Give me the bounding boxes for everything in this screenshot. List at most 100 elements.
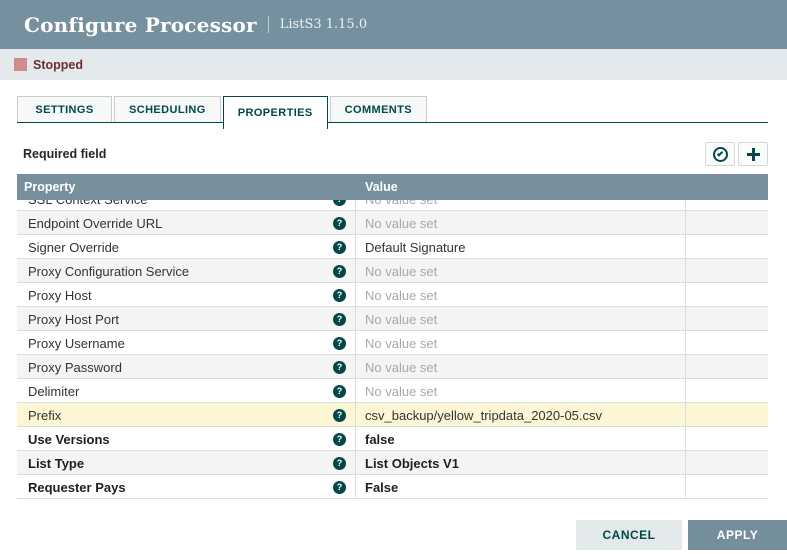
property-value[interactable]: No value set <box>356 259 686 283</box>
property-name-cell: Proxy Host? <box>17 283 356 307</box>
dialog-title: Configure Processor <box>24 13 257 37</box>
property-name: Proxy Host Port <box>28 312 119 327</box>
toolbar-buttons <box>705 142 768 166</box>
help-icon[interactable]: ? <box>333 313 346 326</box>
footer-buttons: CANCEL APPLY <box>576 520 787 550</box>
property-name: List Type <box>28 456 84 471</box>
row-empty-cell <box>686 235 768 259</box>
property-name-cell: Proxy Password? <box>17 355 356 379</box>
tab-comments[interactable]: COMMENTS <box>330 96 427 123</box>
property-name-cell: Delimiter? <box>17 379 356 403</box>
table-row[interactable]: Delimiter?No value set <box>17 379 768 403</box>
table-toolbar: Required field <box>17 141 768 167</box>
property-name-cell: Proxy Host Port? <box>17 307 356 331</box>
help-icon[interactable]: ? <box>333 481 346 494</box>
table-row[interactable]: Proxy Host?No value set <box>17 283 768 307</box>
table-row[interactable]: List Type?List Objects V1 <box>17 451 768 475</box>
table-row[interactable]: Proxy Host Port?No value set <box>17 307 768 331</box>
help-icon[interactable]: ? <box>333 265 346 278</box>
column-header-property: Property <box>17 180 356 194</box>
help-icon[interactable]: ? <box>333 337 346 350</box>
property-name-cell: SSL Context Service? <box>17 200 356 211</box>
properties-table: Property Value SSL Context Service?No va… <box>17 174 768 499</box>
required-field-label: Required field <box>23 147 106 161</box>
property-value[interactable]: No value set <box>356 200 686 211</box>
property-value[interactable]: No value set <box>356 211 686 235</box>
property-name: SSL Context Service <box>28 200 147 207</box>
tab-scheduling[interactable]: SCHEDULING <box>114 96 221 123</box>
title-separator <box>268 16 269 33</box>
add-property-icon <box>747 148 760 161</box>
table-row[interactable]: Endpoint Override URL?No value set <box>17 211 768 235</box>
property-value[interactable]: No value set <box>356 355 686 379</box>
dialog-header: Configure Processor ListS3 1.15.0 <box>0 0 787 49</box>
row-empty-cell <box>686 283 768 307</box>
help-icon[interactable]: ? <box>333 217 346 230</box>
property-value[interactable]: Default Signature <box>356 235 686 259</box>
row-empty-cell <box>686 307 768 331</box>
help-icon[interactable]: ? <box>333 361 346 374</box>
table-row[interactable]: Prefix?csv_backup/yellow_tripdata_2020-0… <box>17 403 768 427</box>
help-icon[interactable]: ? <box>333 433 346 446</box>
property-value[interactable]: No value set <box>356 283 686 307</box>
verify-properties-button[interactable] <box>705 142 735 166</box>
dialog-content: SETTINGSSCHEDULINGPROPERTIESCOMMENTS Req… <box>0 96 787 499</box>
tab-settings[interactable]: SETTINGS <box>17 96 112 123</box>
property-name: Proxy Configuration Service <box>28 264 189 279</box>
apply-button[interactable]: APPLY <box>688 520 787 550</box>
property-name: Delimiter <box>28 384 79 399</box>
row-empty-cell <box>686 379 768 403</box>
row-empty-cell <box>686 331 768 355</box>
row-empty-cell <box>686 451 768 475</box>
tabs: SETTINGSSCHEDULINGPROPERTIESCOMMENTS <box>17 96 768 129</box>
property-name: Endpoint Override URL <box>28 216 162 231</box>
property-value[interactable]: No value set <box>356 379 686 403</box>
property-name: Proxy Username <box>28 336 125 351</box>
table-row[interactable]: Use Versions?false <box>17 427 768 451</box>
row-empty-cell <box>686 200 768 211</box>
property-name: Requester Pays <box>28 480 126 495</box>
row-empty-cell <box>686 475 768 499</box>
help-icon[interactable]: ? <box>333 385 346 398</box>
property-value[interactable]: No value set <box>356 307 686 331</box>
table-row[interactable]: Requester Pays?False <box>17 475 768 499</box>
property-name-cell: Proxy Username? <box>17 331 356 355</box>
row-empty-cell <box>686 427 768 451</box>
table-row[interactable]: Proxy Configuration Service? No value set <box>17 259 768 283</box>
help-icon[interactable]: ? <box>333 241 346 254</box>
cancel-button[interactable]: CANCEL <box>576 520 682 550</box>
property-value[interactable]: False <box>356 475 686 499</box>
table-row[interactable]: SSL Context Service?No value set <box>17 200 768 211</box>
property-name-cell: Signer Override? <box>17 235 356 259</box>
property-value[interactable]: List Objects V1 <box>356 451 686 475</box>
property-name-cell: Endpoint Override URL? <box>17 211 356 235</box>
table-row[interactable]: Proxy Username?No value set <box>17 331 768 355</box>
row-empty-cell <box>686 259 768 283</box>
stopped-status-icon <box>14 58 27 71</box>
column-header-value: Value <box>356 180 686 194</box>
property-value[interactable]: No value set <box>356 331 686 355</box>
table-row[interactable]: Proxy Password?No value set <box>17 355 768 379</box>
tab-properties[interactable]: PROPERTIES <box>223 96 328 129</box>
help-icon[interactable]: ? <box>333 289 346 302</box>
table-header: Property Value <box>17 174 768 200</box>
row-empty-cell <box>686 355 768 379</box>
property-value[interactable]: false <box>356 427 686 451</box>
property-name-cell: Requester Pays? <box>17 475 356 499</box>
help-icon[interactable]: ? <box>333 457 346 470</box>
help-icon[interactable]: ? <box>333 200 346 206</box>
property-name: Prefix <box>28 408 61 423</box>
property-value[interactable]: csv_backup/yellow_tripdata_2020-05.csv <box>356 403 686 427</box>
verify-properties-icon <box>713 147 728 162</box>
property-name-cell: Prefix? <box>17 403 356 427</box>
help-icon[interactable]: ? <box>333 409 346 422</box>
status-label: Stopped <box>33 58 83 72</box>
property-name-cell: Use Versions? <box>17 427 356 451</box>
property-name: Proxy Host <box>28 288 92 303</box>
table-row[interactable]: Signer Override?Default Signature <box>17 235 768 259</box>
add-property-button[interactable] <box>738 142 768 166</box>
property-name: Use Versions <box>28 432 110 447</box>
property-name-cell: List Type? <box>17 451 356 475</box>
row-empty-cell <box>686 211 768 235</box>
properties-table-body: SSL Context Service?No value setEndpoint… <box>17 200 768 499</box>
